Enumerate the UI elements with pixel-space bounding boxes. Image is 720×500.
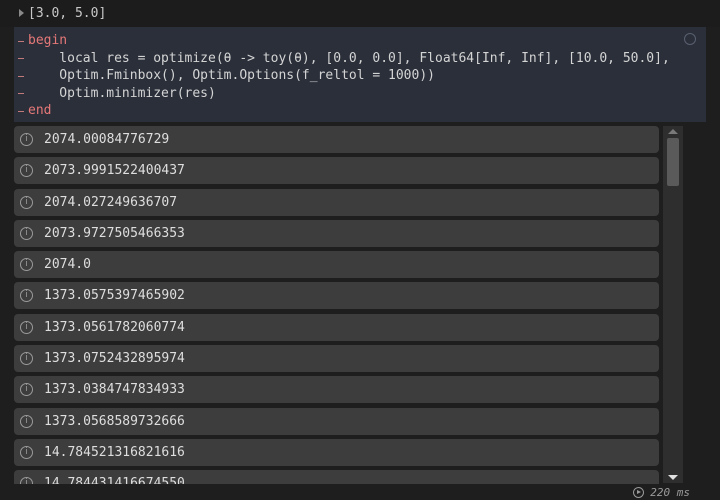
- log-value: 1373.0575397465902: [44, 288, 185, 304]
- line-marker: [18, 41, 24, 42]
- info-icon: i: [20, 164, 33, 178]
- log-item: i 2073.9991522400437: [14, 157, 659, 185]
- code-line-3: Optim.Fminbox(), Optim.Options(f_reltol …: [28, 68, 435, 84]
- line-marker: [18, 93, 24, 94]
- log-output-list: i 2074.00084776729 i 2073.9991522400437 i 207…: [14, 126, 659, 484]
- log-value: 2074.0: [44, 257, 91, 273]
- scrollbar-thumb[interactable]: [667, 138, 679, 186]
- log-value: 2074.027249636707: [44, 194, 178, 210]
- line-marker: [18, 58, 24, 59]
- line-marker: [18, 76, 24, 77]
- log-value: 2073.9991522400437: [44, 163, 185, 179]
- log-item: i 14.784521316821616: [14, 438, 659, 466]
- log-value: 1373.0752432895974: [44, 351, 185, 367]
- log-value: 1373.0384747834933: [44, 382, 185, 398]
- scroll-down-icon[interactable]: [668, 475, 678, 480]
- code-line-5: end: [28, 103, 52, 119]
- cell-menu-icon[interactable]: [684, 33, 696, 45]
- code-line-2: local res = optimize(θ -> toy(θ), [0.0, …: [28, 50, 670, 66]
- log-value: 1373.0568589732666: [44, 413, 185, 429]
- code-editor[interactable]: begin local res = optimize(θ -> toy(θ), …: [28, 32, 670, 120]
- info-icon: i: [20, 258, 33, 272]
- log-scrollbar[interactable]: [663, 126, 683, 483]
- runtime-label: 220 ms: [650, 486, 690, 499]
- log-item: i 2074.027249636707: [14, 188, 659, 216]
- log-item: i 1373.0575397465902: [14, 282, 659, 310]
- log-item: i 1373.0384747834933: [14, 376, 659, 404]
- scroll-up-icon[interactable]: [668, 129, 678, 134]
- run-icon[interactable]: [633, 487, 645, 498]
- log-item: i 14.784431416674550: [14, 470, 659, 484]
- log-item: i 1373.0561782060774: [14, 313, 659, 341]
- log-value: 14.784521316821616: [44, 444, 185, 460]
- info-icon: i: [20, 445, 33, 459]
- log-item: i 2074.0: [14, 251, 659, 279]
- expand-triangle-icon[interactable]: [19, 9, 24, 17]
- log-value: 2074.00084776729: [44, 132, 170, 147]
- info-icon: i: [20, 352, 33, 366]
- info-icon: i: [20, 226, 33, 240]
- info-icon: i: [20, 289, 33, 303]
- previous-output: [3.0, 5.0]: [0, 0, 720, 27]
- code-line-1: begin: [28, 33, 68, 48]
- info-icon: i: [20, 320, 33, 334]
- info-icon: i: [20, 477, 33, 484]
- log-item: i 2073.9727505466353: [14, 219, 659, 247]
- code-cell[interactable]: begin local res = optimize(θ -> toy(θ), …: [14, 27, 706, 122]
- info-icon: i: [20, 195, 33, 209]
- line-marker: [18, 111, 24, 112]
- previous-output-value: [3.0, 5.0]: [28, 6, 107, 21]
- run-status: 220 ms: [633, 486, 690, 499]
- log-value: 2073.9727505466353: [44, 225, 185, 241]
- info-icon: i: [20, 133, 33, 146]
- code-line-4: Optim.minimizer(res): [28, 85, 216, 101]
- log-item: i 1373.0568589732666: [14, 407, 659, 435]
- log-value: 14.784431416674550: [44, 476, 185, 484]
- info-icon: i: [20, 383, 33, 397]
- log-item: i 1373.0752432895974: [14, 345, 659, 373]
- log-value: 1373.0561782060774: [44, 319, 185, 335]
- log-item: i 2074.00084776729: [14, 126, 659, 153]
- info-icon: i: [20, 414, 33, 428]
